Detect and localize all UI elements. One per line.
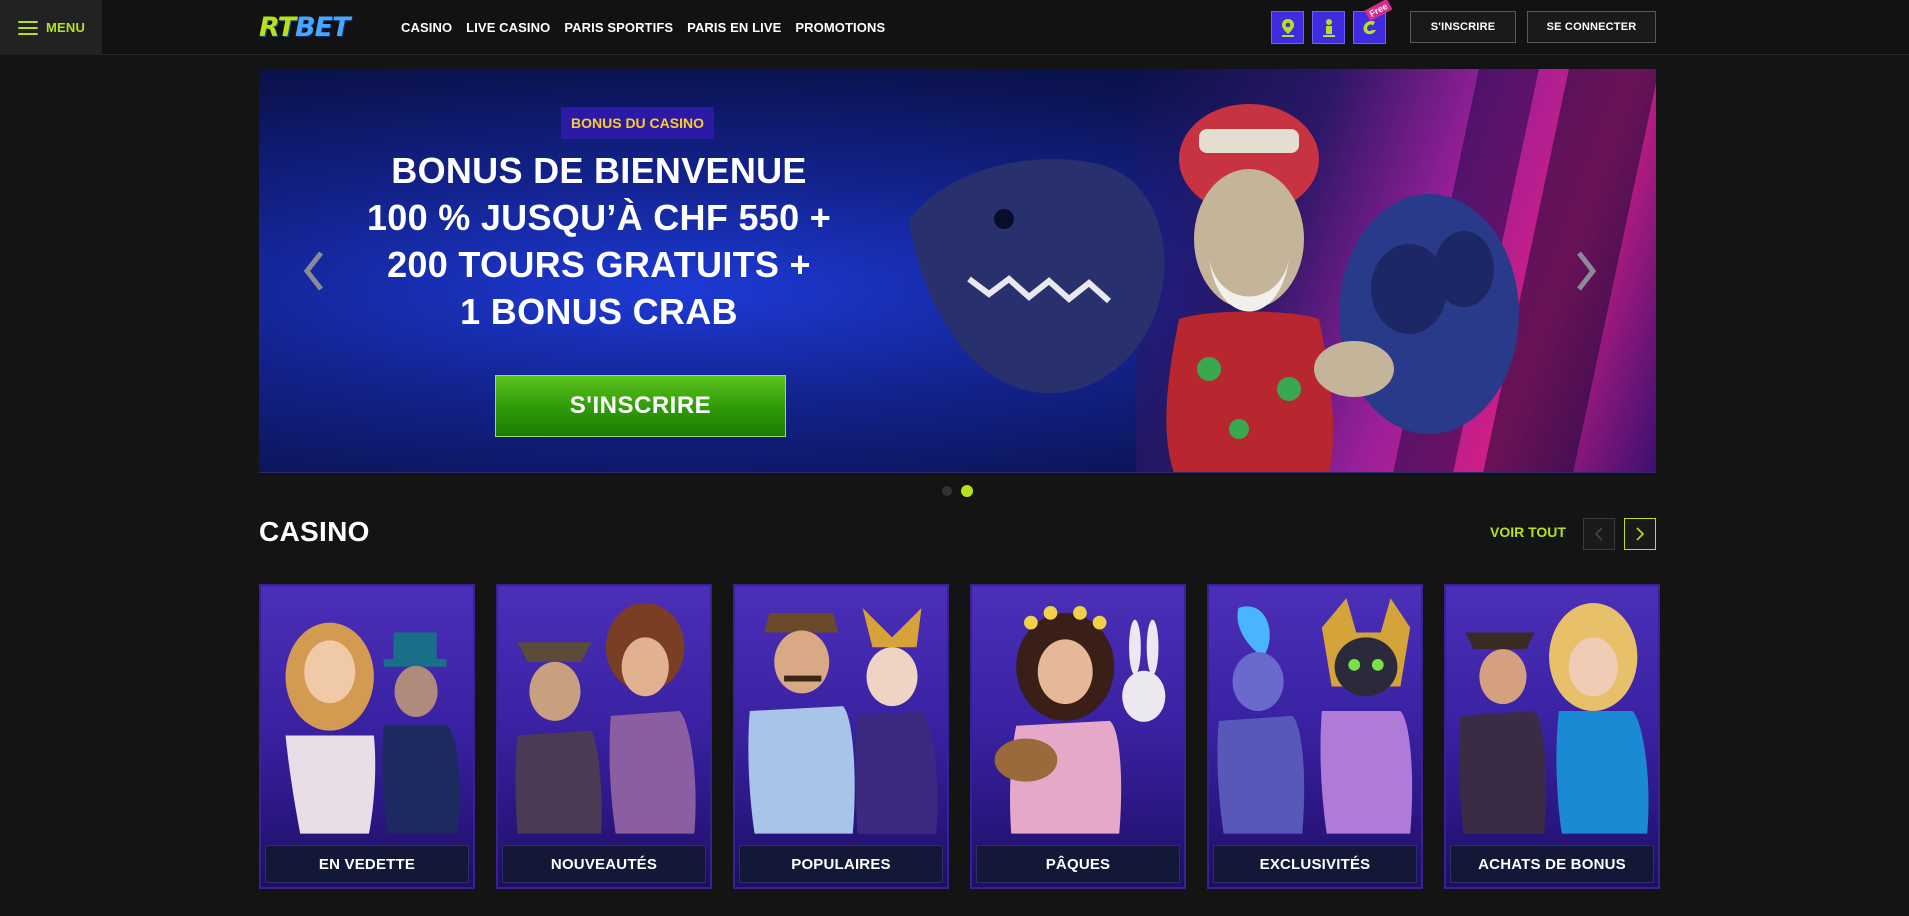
hero-title-line-4: 1 BONUS CRAB bbox=[460, 291, 738, 332]
category-card-exclusive[interactable]: EXCLUSIVITÉS bbox=[1207, 584, 1423, 889]
casino-category-cards: EN VEDETTE NOUVEAUTÉS POPULAIRES PÂQUES … bbox=[259, 584, 1660, 889]
category-label: EN VEDETTE bbox=[265, 845, 469, 883]
hero-title-line-1: BONUS DE BIENVENUE bbox=[391, 150, 807, 191]
logo-bet: BET bbox=[295, 11, 350, 43]
category-label: NOUVEAUTÉS bbox=[502, 845, 706, 883]
location-icon bbox=[1281, 18, 1294, 37]
nav-casino[interactable]: CASINO bbox=[401, 20, 452, 35]
free-bonus-button[interactable]: Free bbox=[1353, 0, 1393, 44]
casino-next-button[interactable] bbox=[1624, 518, 1656, 550]
category-card-easter[interactable]: PÂQUES bbox=[970, 584, 1186, 889]
nav-live-casino[interactable]: LIVE CASINO bbox=[466, 20, 550, 35]
category-art-image bbox=[285, 622, 460, 834]
logo-rt: RT bbox=[259, 11, 296, 43]
login-button[interactable]: SE CONNECTER bbox=[1527, 11, 1656, 43]
category-art-image bbox=[515, 603, 696, 834]
category-art-image bbox=[1459, 603, 1649, 834]
hero-title-line-3: 200 TOURS GRATUITS + bbox=[387, 244, 811, 285]
person-info-icon bbox=[1322, 18, 1335, 37]
hero-prev-button[interactable] bbox=[299, 249, 329, 293]
hero-title: BONUS DE BIENVENUE 100 % JUSQU’À CHF 550… bbox=[359, 147, 839, 335]
chevron-left-icon bbox=[303, 251, 323, 291]
casino-prev-button[interactable] bbox=[1583, 518, 1615, 550]
header-icon-buttons: Free bbox=[1271, 0, 1393, 44]
nav-paris-en-live[interactable]: PARIS EN LIVE bbox=[687, 20, 781, 35]
menu-button[interactable]: MENU bbox=[0, 0, 102, 55]
chevron-left-icon bbox=[1594, 527, 1603, 541]
menu-label: MENU bbox=[46, 20, 86, 35]
hero-characters-image bbox=[909, 104, 1519, 472]
chevron-right-icon bbox=[1577, 251, 1597, 291]
hero-pagination bbox=[942, 485, 973, 497]
signup-button[interactable]: S'INSCRIRE bbox=[1410, 11, 1516, 43]
category-card-featured[interactable]: EN VEDETTE bbox=[259, 584, 475, 889]
hero-badge: BONUS DU CASINO bbox=[561, 107, 715, 139]
category-label: POPULAIRES bbox=[739, 845, 943, 883]
category-card-bonus-buys[interactable]: ACHATS DE BONUS bbox=[1444, 584, 1660, 889]
main-nav: CASINO LIVE CASINO PARIS SPORTIFS PARIS … bbox=[401, 0, 885, 55]
category-art-image bbox=[748, 607, 938, 834]
category-label: EXCLUSIVITÉS bbox=[1213, 845, 1417, 883]
nav-paris-sportifs[interactable]: PARIS SPORTIFS bbox=[564, 20, 673, 35]
nav-promotions[interactable]: PROMOTIONS bbox=[795, 20, 885, 35]
hero-next-button[interactable] bbox=[1571, 249, 1601, 293]
chevron-right-icon bbox=[1636, 527, 1645, 541]
hero-title-line-2: 100 % JUSQU’À CHF 550 + bbox=[366, 197, 832, 238]
category-art-image bbox=[994, 605, 1166, 834]
site-logo[interactable]: RT BET bbox=[259, 11, 350, 43]
slide-dot-1[interactable] bbox=[942, 486, 952, 496]
casino-section-title: CASINO bbox=[259, 516, 370, 547]
category-art-image bbox=[1217, 598, 1413, 834]
hero-signup-button[interactable]: S'INSCRIRE bbox=[495, 375, 786, 437]
view-all-link[interactable]: VOIR TOUT bbox=[1490, 524, 1566, 540]
info-button[interactable] bbox=[1312, 11, 1345, 44]
category-card-new[interactable]: NOUVEAUTÉS bbox=[496, 584, 712, 889]
hero-banner: BONUS DU CASINO BONUS DE BIENVENUE 100 %… bbox=[259, 69, 1656, 473]
hamburger-icon bbox=[18, 20, 38, 35]
category-label: ACHATS DE BONUS bbox=[1450, 845, 1654, 883]
site-header: MENU RT BET CASINO LIVE CASINO PARIS SPOR… bbox=[0, 0, 1909, 55]
slide-dot-2[interactable] bbox=[961, 485, 973, 497]
category-card-popular[interactable]: POPULAIRES bbox=[733, 584, 949, 889]
category-label: PÂQUES bbox=[976, 845, 1180, 883]
location-button[interactable] bbox=[1271, 11, 1304, 44]
